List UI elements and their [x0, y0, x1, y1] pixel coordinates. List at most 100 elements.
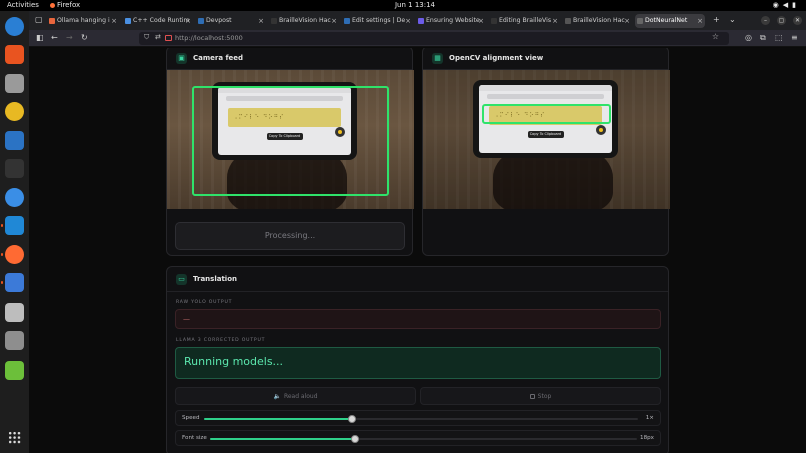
tab-favicon-icon	[344, 18, 350, 24]
speed-slider-fill	[204, 418, 352, 420]
close-tab-icon[interactable]: ×	[697, 14, 703, 28]
menu-icon[interactable]: ≡	[791, 33, 798, 42]
page-viewport: ▣ Camera feed ⠠⠍⠊⠇⠑ ⠙⠕⠛⠎ Copy To Clipboa…	[29, 48, 806, 453]
new-tab-button[interactable]: +	[713, 15, 720, 24]
speed-slider-thumb[interactable]	[347, 415, 356, 423]
clock[interactable]: Jun 1 13:14	[380, 1, 450, 9]
speed-slider[interactable]	[204, 415, 638, 423]
chat-icon: ▭	[176, 274, 187, 285]
phone-detection-box	[192, 86, 389, 196]
tab-bar: ▢ Ollama hanging i × C++ Code Runtim × Devpo…	[29, 11, 806, 30]
read-aloud-button[interactable]: 🔈 Read aloud	[175, 387, 416, 405]
browser-tab[interactable]: Ollama hanging i ×	[47, 14, 119, 28]
close-tab-icon[interactable]: ×	[478, 14, 484, 28]
corrected-output-box: Running models...	[175, 347, 661, 379]
stop-label: Stop	[537, 393, 552, 400]
insecure-connection-icon[interactable]	[165, 35, 172, 41]
stop-button[interactable]: Stop	[420, 387, 661, 405]
downloads-icon[interactable]: ⬚	[775, 33, 783, 42]
files-icon[interactable]	[5, 74, 24, 93]
browser-tab[interactable]: Edit settings | De ×	[342, 14, 413, 28]
tab-favicon-icon	[125, 18, 131, 24]
url-bar[interactable]: ⛉ ⇄ http://localhost:5000 ☆	[139, 32, 729, 45]
close-window-button[interactable]: ✕	[793, 16, 802, 25]
tab-favicon-icon	[49, 18, 55, 24]
bookmark-star-icon[interactable]: ☆	[712, 32, 719, 41]
font-size-slider-fill	[210, 438, 356, 440]
close-tab-icon[interactable]: ×	[185, 14, 191, 28]
close-tab-icon[interactable]: ×	[552, 14, 558, 28]
help-icon[interactable]	[5, 188, 24, 207]
account-icon[interactable]: ◎	[745, 33, 752, 42]
show-apps-icon[interactable]	[8, 431, 21, 444]
browser-tab[interactable]: Devpost ×	[196, 14, 266, 28]
system-tray[interactable]: ◉◀▮	[773, 1, 800, 9]
stop-icon	[529, 393, 535, 399]
browser-tab[interactable]: Ensuring Website ×	[416, 14, 486, 28]
trash-icon[interactable]	[5, 361, 24, 380]
close-tab-icon[interactable]: ×	[258, 14, 264, 28]
processing-button[interactable]: Processing...	[175, 222, 405, 250]
grid-icon: ▦	[432, 53, 443, 64]
vscode-icon[interactable]	[1, 216, 24, 235]
tab-label: BrailleVision Hac	[279, 17, 331, 24]
tab-favicon-icon	[198, 18, 204, 24]
opencv-alignment-panel: ▦ OpenCV alignment view ⠠⠍⠊⠇⠑ ⠙⠕⠛⠎ Copy …	[422, 48, 670, 256]
tab-label: Editing BrailleVis	[499, 17, 552, 24]
browser-tab[interactable]: DotNeuralNet ×	[635, 14, 705, 28]
active-app-label[interactable]: Firefox	[50, 1, 80, 9]
text-editor-icon[interactable]	[1, 273, 24, 292]
drive-icon[interactable]	[5, 331, 24, 350]
browser-tab[interactable]: C++ Code Runtim ×	[123, 14, 193, 28]
font-size-slider[interactable]	[210, 435, 637, 443]
browser-tab[interactable]: Editing BrailleVis ×	[489, 14, 560, 28]
opencv-alignment-video: ⠠⠍⠊⠇⠑ ⠙⠕⠛⠎ Copy To Clipboard	[423, 70, 670, 209]
tab-list-button[interactable]: ⌄	[729, 15, 736, 24]
extensions-icon[interactable]: ⧉	[760, 33, 766, 43]
font-size-value: 18px	[640, 435, 654, 441]
url-text[interactable]: http://localhost:5000	[175, 33, 243, 44]
dock	[0, 11, 29, 453]
forward-icon[interactable]: →	[66, 33, 73, 42]
tab-label: BrailleVision Hac	[573, 17, 625, 24]
tab-overview-icon[interactable]: ▢	[35, 15, 43, 24]
back-icon[interactable]: ←	[51, 33, 58, 42]
close-tab-icon[interactable]: ×	[111, 14, 117, 28]
close-tab-icon[interactable]: ×	[624, 14, 630, 28]
network-icon: ◉	[772, 1, 783, 9]
permissions-icon[interactable]: ⇄	[155, 33, 161, 41]
app-center-icon[interactable]	[5, 45, 24, 64]
phone-fab-icon	[596, 125, 606, 135]
minimize-button[interactable]: –	[761, 16, 770, 25]
font-size-slider-thumb[interactable]	[351, 435, 360, 443]
browser-tab[interactable]: BrailleVision Hac ×	[269, 14, 339, 28]
phone-copy-button: Copy To Clipboard	[527, 131, 564, 138]
camera-icon: ▣	[176, 53, 187, 64]
terminal-icon[interactable]	[5, 159, 24, 178]
speed-value: 1×	[645, 415, 654, 421]
libreoffice-writer-icon[interactable]	[5, 131, 24, 150]
sidebar-icon[interactable]: ◧	[36, 33, 44, 42]
battery-icon: ▮	[792, 1, 800, 9]
volume-icon: ◀	[782, 1, 793, 9]
translation-panel: ▭ Translation RAW YOLO OUTPUT — LLAMA 3 …	[166, 266, 669, 453]
thunderbird-icon[interactable]	[5, 17, 24, 36]
maximize-button[interactable]: ▢	[777, 16, 786, 25]
browser-tab[interactable]: BrailleVision Hac ×	[563, 14, 632, 28]
tab-favicon-icon	[418, 18, 424, 24]
disc-icon[interactable]	[5, 303, 24, 322]
close-tab-icon[interactable]: ×	[405, 14, 411, 28]
speed-label: Speed	[182, 415, 200, 421]
translation-title: Translation	[193, 275, 237, 283]
firefox-icon[interactable]	[1, 245, 24, 264]
tab-label: DotNeuralNet	[645, 17, 688, 24]
close-tab-icon[interactable]: ×	[331, 14, 337, 28]
tracking-shield-icon[interactable]: ⛉	[144, 33, 149, 42]
tab-label: C++ Code Runtim	[133, 17, 190, 24]
translation-header: ▭ Translation	[167, 267, 668, 292]
tab-label: Ensuring Website	[426, 17, 480, 24]
reload-icon[interactable]: ↻	[81, 33, 88, 42]
tab-favicon-icon	[491, 18, 497, 24]
activities-button[interactable]: Activities	[7, 1, 39, 9]
rhythmbox-icon[interactable]	[5, 102, 24, 121]
